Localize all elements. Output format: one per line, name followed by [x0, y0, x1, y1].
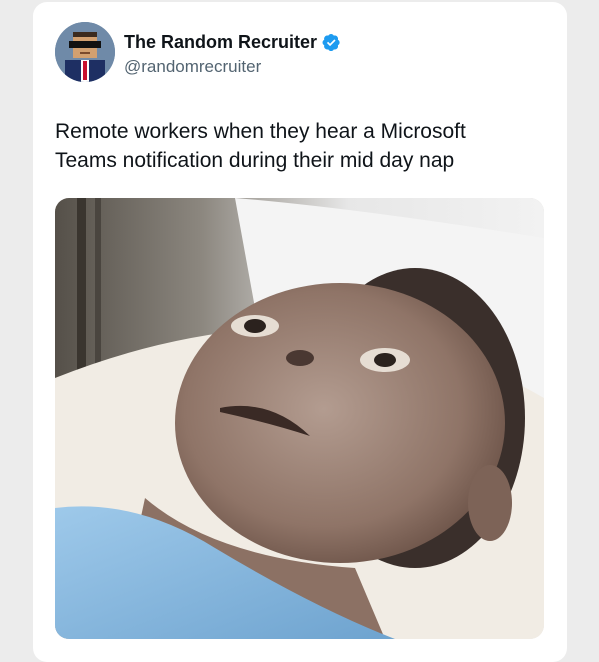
- author-name-row: The Random Recruiter: [124, 32, 341, 53]
- pixel-avatar-icon: [55, 22, 115, 82]
- tweet-media-photo[interactable]: [55, 198, 544, 639]
- mannequin-photo: [55, 198, 544, 639]
- avatar[interactable]: [55, 22, 115, 82]
- verified-badge-icon: [322, 33, 340, 52]
- tweet-card: The Random Recruiter @randomrecruiter Re…: [33, 2, 567, 662]
- tweet-text: Remote workers when they hear a Microsof…: [55, 117, 550, 175]
- author-display-name[interactable]: The Random Recruiter: [124, 32, 317, 53]
- tweet-text-line: Teams notification during their mid day …: [55, 149, 455, 172]
- author-handle[interactable]: @randomrecruiter: [124, 57, 261, 77]
- tweet-text-line: Remote workers when they hear a Microsof…: [55, 120, 466, 143]
